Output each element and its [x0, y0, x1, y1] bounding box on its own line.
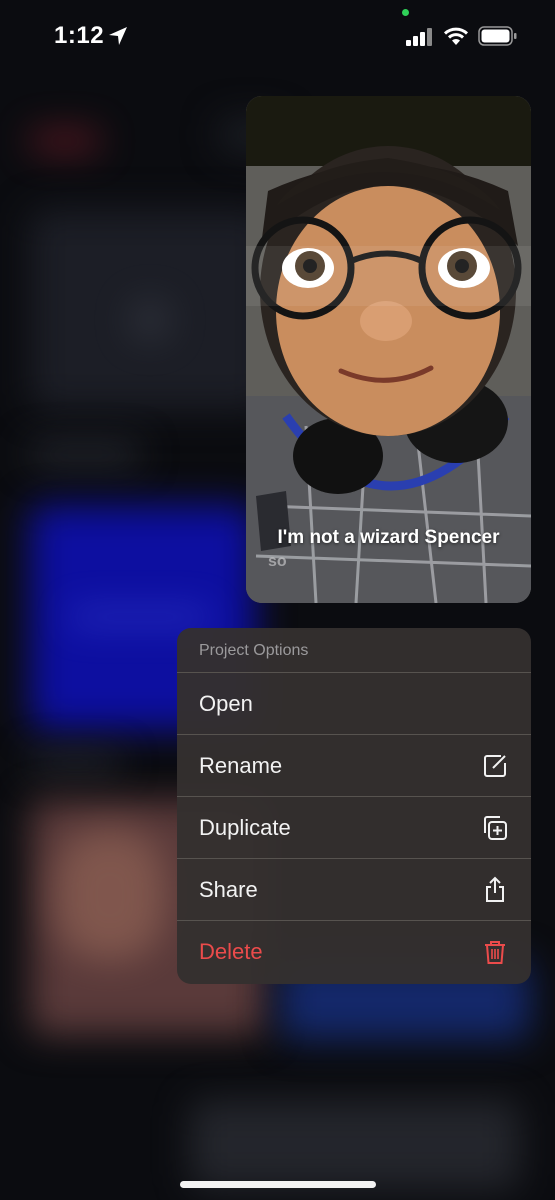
share-label: Share	[199, 876, 258, 902]
menu-title: Project Options	[177, 628, 531, 673]
duplicate-plus-icon	[484, 815, 507, 840]
project-preview[interactable]: I'm not a wizard Spencer so	[246, 96, 531, 603]
cellular-signal-icon	[406, 28, 432, 46]
home-indicator[interactable]	[180, 1181, 376, 1188]
delete-menu-item[interactable]: Delete	[177, 921, 531, 983]
project-options-menu: Project Options Open Rename Duplicate Sh…	[177, 628, 531, 984]
wifi-icon	[443, 27, 469, 45]
video-caption-next: so	[268, 553, 287, 570]
delete-label: Delete	[199, 939, 263, 964]
share-icon	[486, 876, 504, 902]
battery-icon	[478, 26, 517, 46]
duplicate-label: Duplicate	[199, 814, 291, 840]
open-menu-item[interactable]: Open	[177, 673, 531, 735]
share-menu-item[interactable]: Share	[177, 859, 531, 921]
open-label: Open	[199, 690, 253, 716]
location-arrow-icon	[109, 27, 127, 45]
video-caption: I'm not a wizard Spencer	[277, 527, 500, 548]
rename-menu-item[interactable]: Rename	[177, 735, 531, 797]
trash-icon	[485, 941, 505, 964]
rename-label: Rename	[199, 752, 283, 778]
duplicate-menu-item[interactable]: Duplicate	[177, 797, 531, 859]
compose-icon	[484, 754, 506, 777]
privacy-indicator-dot	[402, 9, 409, 16]
status-bar: 1:12	[0, 0, 555, 80]
status-time: 1:12	[54, 22, 105, 49]
